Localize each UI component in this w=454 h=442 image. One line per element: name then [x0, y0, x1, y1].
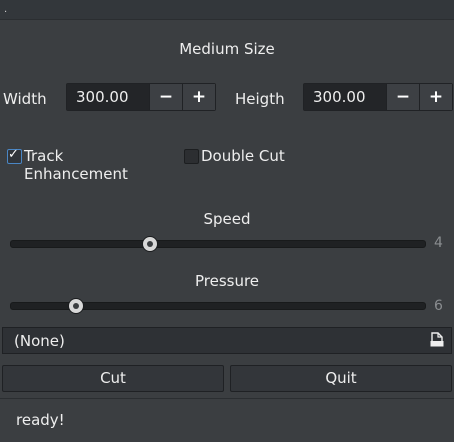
speed-label: Speed	[203, 210, 251, 228]
window-title: .	[4, 4, 8, 15]
height-decrement-button[interactable]: −	[386, 84, 419, 110]
height-increment-button[interactable]: +	[419, 84, 452, 110]
height-value[interactable]: 300.00	[304, 84, 386, 110]
quit-button[interactable]: Quit	[230, 365, 452, 392]
height-label: Heigth	[235, 90, 285, 108]
double-cut-checkbox[interactable]: Double Cut	[184, 147, 294, 167]
width-spinbox[interactable]: 300.00 − +	[66, 83, 216, 111]
pressure-slider-handle[interactable]	[68, 298, 84, 314]
track-enhancement-checkbox[interactable]: ✓ Track Enhancement	[7, 147, 167, 183]
file-open-icon[interactable]	[429, 332, 445, 348]
speed-slider-track[interactable]	[10, 240, 426, 248]
double-cut-box[interactable]	[184, 149, 199, 164]
checkmark-icon: ✓	[8, 147, 19, 162]
track-enhancement-box[interactable]: ✓	[7, 147, 22, 164]
height-spinbox[interactable]: 300.00 − +	[303, 83, 453, 111]
speed-slider-handle[interactable]	[142, 236, 158, 252]
speed-value: 4	[434, 235, 443, 251]
status-text: ready!	[16, 411, 65, 429]
title-bar: .	[0, 0, 454, 20]
divider	[0, 398, 454, 399]
file-chooser-value: (None)	[14, 332, 65, 350]
cut-button[interactable]: Cut	[2, 365, 224, 392]
track-enhancement-label: Track Enhancement	[24, 147, 128, 183]
file-chooser[interactable]: (None)	[2, 327, 452, 354]
pressure-value: 6	[434, 298, 443, 314]
width-increment-button[interactable]: +	[182, 84, 215, 110]
width-value[interactable]: 300.00	[67, 84, 149, 110]
double-cut-label: Double Cut	[201, 147, 285, 165]
width-label: Width	[3, 90, 47, 108]
width-decrement-button[interactable]: −	[149, 84, 182, 110]
medium-size-heading: Medium Size	[179, 40, 275, 58]
pressure-label: Pressure	[194, 272, 260, 290]
